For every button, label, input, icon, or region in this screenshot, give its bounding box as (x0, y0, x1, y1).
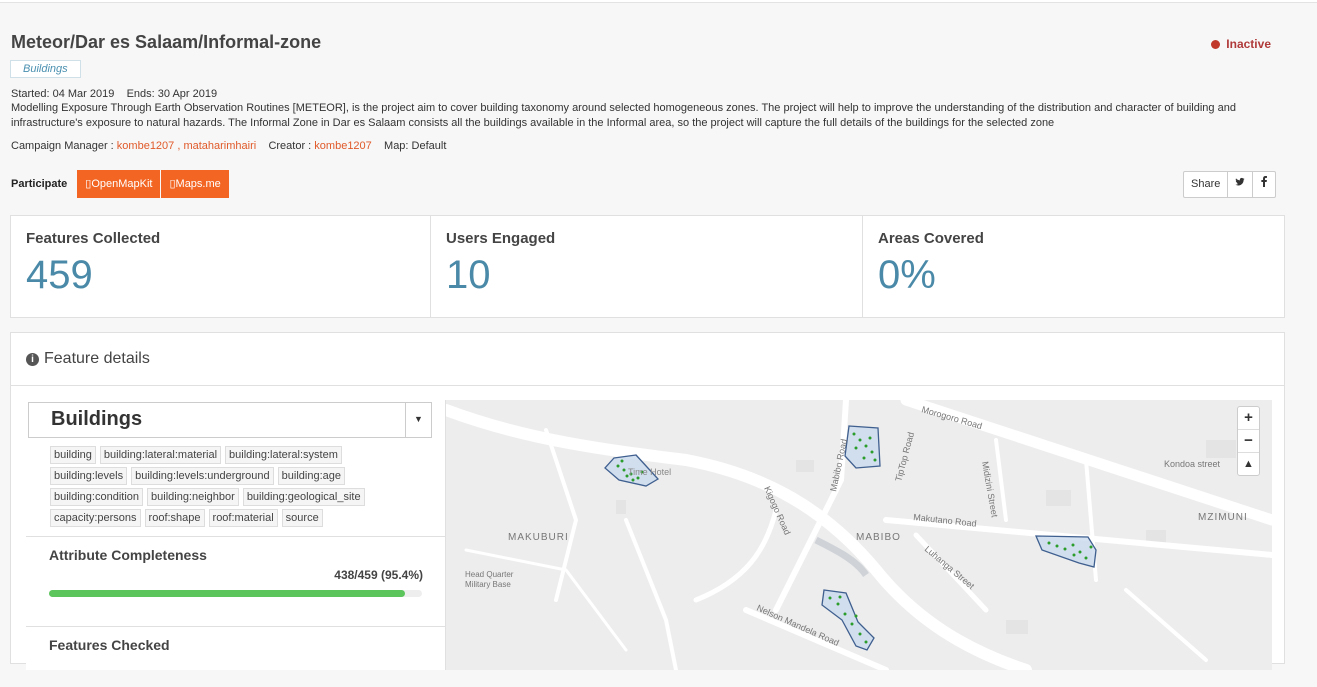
status-badge: Inactive (1211, 37, 1271, 51)
completeness-section: Attribute Completeness 438/459 (95.4%) (26, 536, 445, 627)
participate-row: Participate ▯OpenMapKit ▯Maps.me (11, 170, 230, 198)
start-date: Started: 04 Mar 2019 (11, 88, 115, 100)
stat-users: Users Engaged 10 (431, 216, 863, 317)
caret-down-icon[interactable]: ▼ (405, 403, 431, 437)
campaign-dates: Started: 04 Mar 2019 Ends: 30 Apr 2019 (11, 88, 217, 100)
attribute-chip[interactable]: building:condition (50, 488, 144, 506)
completeness-title: Attribute Completeness (49, 547, 207, 563)
attribute-chip[interactable]: building:age (277, 467, 345, 485)
map-label: MABIBO (856, 532, 901, 543)
feature-details-panel: i Feature details Buildings ▼ building bu… (10, 332, 1285, 670)
completeness-progress-bar (49, 590, 422, 597)
facebook-icon[interactable] (1253, 172, 1275, 197)
attribute-chip[interactable]: building:levels:underground (131, 467, 274, 485)
mapsme-button[interactable]: ▯Maps.me (161, 170, 229, 198)
feature-type-value: Buildings (51, 408, 143, 430)
top-border (0, 0, 1317, 3)
campaign-type-tag[interactable]: Buildings (10, 60, 81, 78)
map-view[interactable]: Morogoro Road Time Hotel TipTop Road Mab… (446, 400, 1272, 670)
completeness-ratio: 438/459 (95.4%) (334, 568, 423, 582)
map-label: Time Hotel (628, 467, 671, 477)
map-zoom-controls: + − ▲ (1237, 406, 1260, 476)
attribute-chip[interactable]: roof:material (208, 509, 278, 527)
map-canvas[interactable]: Morogoro Road Time Hotel TipTop Road Mab… (446, 400, 1272, 670)
attribute-chip[interactable]: roof:shape (144, 509, 205, 527)
feature-sidebar: Buildings ▼ building building:lateral:mat… (26, 400, 446, 670)
attribute-chip[interactable]: building (50, 446, 96, 464)
attribute-chip[interactable]: building:levels (50, 467, 128, 485)
attribute-chip[interactable]: building:neighbor (147, 488, 239, 506)
attribute-chip[interactable]: building:lateral:material (99, 446, 222, 464)
info-icon: i (26, 352, 39, 366)
twitter-icon[interactable] (1228, 172, 1254, 197)
completeness-progress-fill (49, 590, 405, 597)
map-label: Kondoa street (1164, 459, 1221, 469)
attribute-chip[interactable]: capacity:persons (50, 509, 141, 527)
stat-label: Features Collected (26, 230, 161, 247)
status-text: Inactive (1226, 37, 1271, 51)
zoom-in-button[interactable]: + (1238, 407, 1259, 430)
map-label: MZIMUNI (1198, 512, 1248, 523)
stat-value: 0% (878, 253, 936, 297)
campaign-description: Modelling Exposure Through Earth Observa… (11, 102, 1236, 129)
map-label: Map: Default (384, 140, 447, 152)
share-group: Share (1183, 171, 1277, 198)
end-date: Ends: 30 Apr 2019 (126, 88, 218, 100)
creator-link[interactable]: kombe1207 (314, 140, 372, 152)
feature-details-title: Feature details (44, 350, 150, 367)
participate-label: Participate (11, 178, 68, 190)
stat-features: Features Collected 459 (11, 216, 431, 317)
checked-section: Features Checked (26, 626, 445, 687)
share-button[interactable]: Share (1184, 172, 1229, 197)
stat-value: 459 (26, 253, 93, 297)
status-dot-icon (1211, 39, 1221, 49)
manager-links[interactable]: kombe1207 , mataharimhairi (117, 140, 256, 152)
stat-value: 10 (446, 253, 491, 297)
checked-title: Features Checked (49, 637, 170, 653)
creator-label: Creator : (268, 140, 312, 152)
openmapkit-button[interactable]: ▯OpenMapKit (77, 170, 161, 198)
stat-areas: Areas Covered 0% (863, 216, 1284, 317)
attribute-chips: building building:lateral:material buildin… (50, 446, 410, 527)
feature-type-select[interactable]: Buildings ▼ (28, 402, 432, 438)
feature-details-header: i Feature details (11, 333, 1284, 386)
zoom-out-button[interactable]: − (1238, 430, 1259, 453)
manager-label: Campaign Manager : (11, 140, 114, 152)
campaign-area-polygon[interactable] (844, 425, 881, 469)
stat-label: Areas Covered (878, 230, 984, 247)
attribute-chip[interactable]: source (281, 509, 323, 527)
page-title: Meteor/Dar es Salaam/Informal-zone (11, 32, 322, 52)
stat-label: Users Engaged (446, 230, 556, 247)
reset-north-button[interactable]: ▲ (1238, 453, 1259, 475)
campaign-meta: Campaign Manager : kombe1207 , mataharim… (11, 140, 446, 152)
attribute-chip[interactable]: building:geological_site (242, 488, 365, 506)
stats-panel: Features Collected 459 Users Engaged 10 … (10, 215, 1285, 318)
map-label: Head Quarter (465, 570, 514, 579)
map-label: MAKUBURI (508, 532, 569, 543)
attribute-chip[interactable]: building:lateral:system (225, 446, 342, 464)
map-label: Military Base (465, 580, 511, 589)
